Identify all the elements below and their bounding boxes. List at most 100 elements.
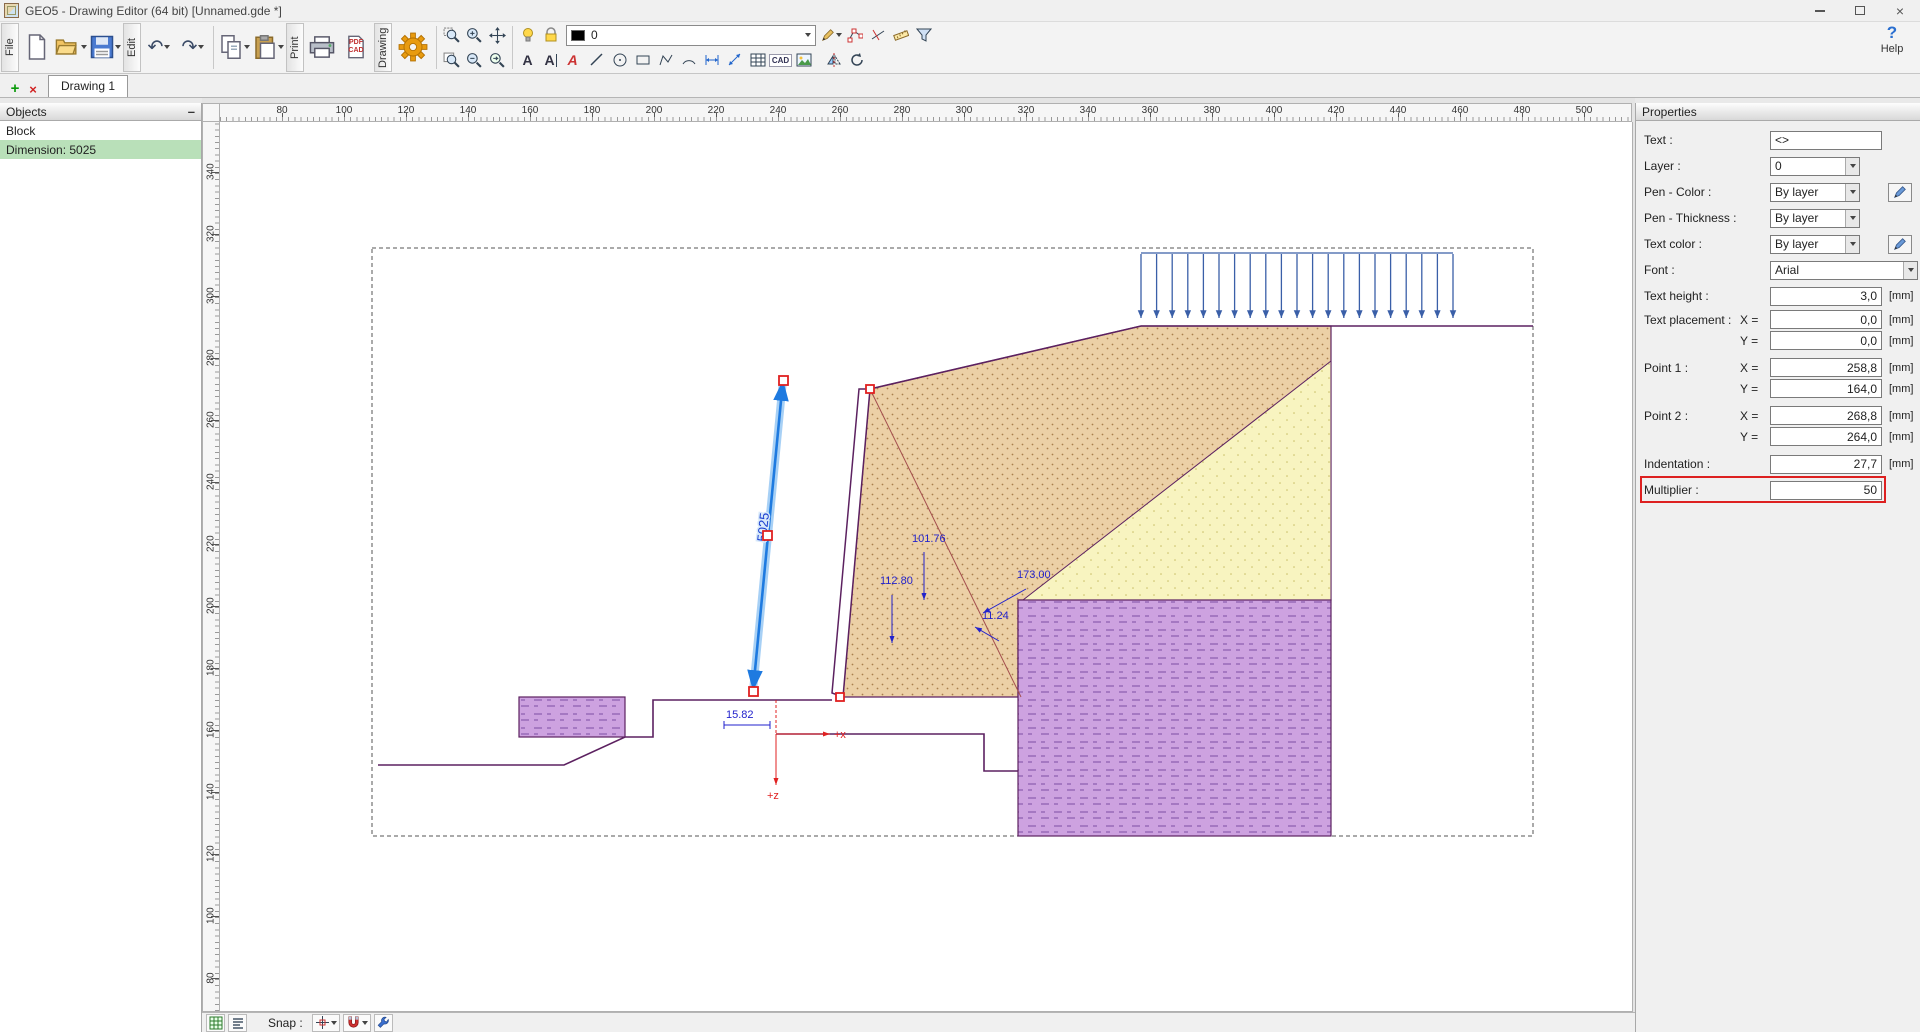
print-button[interactable] bbox=[305, 23, 339, 71]
snap-mode-caret[interactable] bbox=[331, 1021, 337, 1025]
trim-button[interactable] bbox=[866, 24, 889, 47]
tab-drawing-1[interactable]: Drawing 1 bbox=[48, 75, 128, 97]
pan-button[interactable] bbox=[486, 24, 509, 47]
block-object[interactable] bbox=[519, 697, 625, 737]
toolbar-group-print[interactable]: Print bbox=[286, 23, 304, 72]
dimension-slope-button[interactable] bbox=[723, 49, 746, 72]
pen-color-select[interactable]: By layer bbox=[1770, 183, 1860, 202]
copy-dropdown-caret[interactable] bbox=[244, 45, 250, 49]
redo-button[interactable]: ↷ bbox=[176, 23, 210, 71]
add-tab-button[interactable]: + bbox=[6, 80, 24, 97]
handle-dim-bottom[interactable] bbox=[749, 687, 758, 696]
handle-dim-mid[interactable] bbox=[763, 531, 772, 540]
layers-toggle-button[interactable] bbox=[228, 1014, 247, 1032]
help-button[interactable]: ? Help bbox=[1872, 24, 1912, 55]
filter-button[interactable] bbox=[912, 24, 935, 47]
snap-magnet-caret[interactable] bbox=[362, 1021, 368, 1025]
paste-dropdown-caret[interactable] bbox=[278, 45, 284, 49]
copy-button[interactable] bbox=[217, 23, 251, 71]
table-button[interactable] bbox=[746, 49, 769, 72]
soil-clay-region[interactable] bbox=[1018, 600, 1331, 836]
zoom-previous-button[interactable] bbox=[486, 49, 509, 72]
visibility-button[interactable] bbox=[516, 24, 539, 47]
text-placement-x-input[interactable]: 0,0 bbox=[1770, 310, 1882, 329]
maximize-button[interactable] bbox=[1840, 0, 1880, 21]
text-color-picker-button[interactable] bbox=[1888, 235, 1912, 254]
grid-toggle-button[interactable] bbox=[206, 1014, 225, 1032]
pen-style-combo[interactable]: 0 bbox=[566, 25, 816, 46]
toolbar-group-file[interactable]: File bbox=[1, 23, 19, 72]
snap-mode-combo[interactable] bbox=[312, 1014, 340, 1032]
pen-edit-caret[interactable] bbox=[836, 33, 842, 37]
paste-button[interactable] bbox=[251, 23, 285, 71]
text-style-button[interactable]: A bbox=[562, 49, 585, 72]
rectangle-tool-button[interactable] bbox=[631, 49, 654, 72]
redo-dropdown-caret[interactable] bbox=[198, 45, 204, 49]
text-height-input[interactable]: 3,0 bbox=[1770, 287, 1882, 306]
save-button[interactable] bbox=[88, 23, 122, 71]
open-file-button[interactable] bbox=[54, 23, 88, 71]
list-item-dimension[interactable]: Dimension: 5025 bbox=[0, 140, 201, 159]
text-color-select[interactable]: By layer bbox=[1770, 235, 1860, 254]
snap-settings-button[interactable] bbox=[374, 1014, 393, 1032]
distributed-load[interactable] bbox=[1141, 253, 1453, 318]
circle-tool-button[interactable] bbox=[608, 49, 631, 72]
pen-style-caret[interactable] bbox=[805, 33, 811, 37]
polyline-tool-button[interactable] bbox=[654, 49, 677, 72]
excavation-line[interactable] bbox=[776, 734, 1018, 771]
undo-button[interactable]: ↶ bbox=[142, 23, 176, 71]
drawing-canvas[interactable]: 5025 101.76 112.80 bbox=[220, 122, 1632, 1011]
close-tab-button[interactable]: × bbox=[24, 82, 42, 97]
lock-button[interactable] bbox=[539, 24, 562, 47]
zoom-all-button[interactable] bbox=[440, 49, 463, 72]
toolbar-group-drawing[interactable]: Drawing bbox=[374, 23, 392, 72]
mirror-button[interactable] bbox=[822, 49, 845, 72]
pen-thickness-select-caret[interactable] bbox=[1845, 210, 1859, 227]
font-select[interactable]: Arial bbox=[1770, 261, 1918, 280]
snap-magnet-combo[interactable] bbox=[343, 1014, 371, 1032]
insert-image-button[interactable] bbox=[792, 49, 815, 72]
arc-tool-button[interactable] bbox=[677, 49, 700, 72]
minimize-button[interactable] bbox=[1800, 0, 1840, 21]
new-document-button[interactable] bbox=[20, 23, 54, 71]
zoom-in-button[interactable] bbox=[463, 24, 486, 47]
text-input[interactable]: <> bbox=[1770, 131, 1882, 150]
indentation-input[interactable]: 27,7 bbox=[1770, 455, 1882, 474]
save-dropdown-caret[interactable] bbox=[115, 45, 121, 49]
handle-dim-top[interactable] bbox=[779, 376, 788, 385]
insert-cad-button[interactable]: CAD bbox=[769, 49, 792, 72]
point1-x-input[interactable]: 258,8 bbox=[1770, 358, 1882, 377]
zoom-out-button[interactable] bbox=[463, 49, 486, 72]
point2-x-input[interactable]: 268,8 bbox=[1770, 406, 1882, 425]
edit-points-button[interactable] bbox=[843, 24, 866, 47]
close-button[interactable]: × bbox=[1880, 0, 1920, 21]
undo-dropdown-caret[interactable] bbox=[164, 45, 170, 49]
objects-collapse-button[interactable]: – bbox=[188, 105, 195, 118]
toolbar-group-edit[interactable]: Edit bbox=[123, 23, 141, 72]
handle-wall-top[interactable] bbox=[866, 385, 874, 393]
multiplier-input[interactable]: 50 bbox=[1770, 481, 1882, 500]
dimension-linear-button[interactable] bbox=[700, 49, 723, 72]
export-pdf-cad-button[interactable]: PDFCAD bbox=[339, 23, 373, 71]
edit-text-button[interactable]: A bbox=[539, 49, 562, 72]
layer-select-caret[interactable] bbox=[1845, 158, 1859, 175]
add-text-button[interactable]: A bbox=[516, 49, 539, 72]
font-select-caret[interactable] bbox=[1903, 262, 1917, 279]
pen-color-select-caret[interactable] bbox=[1845, 184, 1859, 201]
open-dropdown-caret[interactable] bbox=[81, 45, 87, 49]
pen-edit-button[interactable] bbox=[820, 24, 843, 47]
pen-color-picker-button[interactable] bbox=[1888, 183, 1912, 202]
line-tool-button[interactable] bbox=[585, 49, 608, 72]
handle-wall-bottom[interactable] bbox=[836, 693, 844, 701]
point2-y-input[interactable]: 264,0 bbox=[1770, 427, 1882, 446]
pen-thickness-select[interactable]: By layer bbox=[1770, 209, 1860, 228]
rotate-button[interactable] bbox=[845, 49, 868, 72]
point1-y-input[interactable]: 164,0 bbox=[1770, 379, 1882, 398]
measure-button[interactable] bbox=[889, 24, 912, 47]
text-placement-y-input[interactable]: 0,0 bbox=[1770, 331, 1882, 350]
settings-button[interactable] bbox=[393, 23, 433, 71]
zoom-window-button[interactable] bbox=[440, 24, 463, 47]
list-item-block[interactable]: Block bbox=[0, 121, 201, 140]
text-color-select-caret[interactable] bbox=[1845, 236, 1859, 253]
layer-select[interactable]: 0 bbox=[1770, 157, 1860, 176]
